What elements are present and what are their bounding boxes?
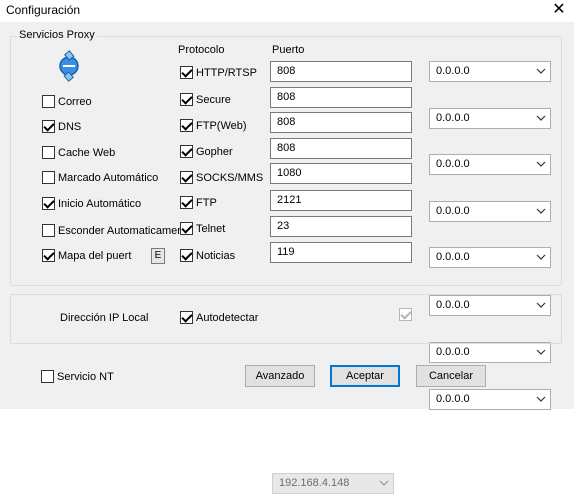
- local-ip-select[interactable]: 192.168.4.148: [272, 473, 394, 494]
- ip-value: 0.0.0.0: [436, 393, 470, 405]
- service-nt-checkbox[interactable]: [41, 370, 54, 383]
- protocol-telnet[interactable]: Telnet: [180, 222, 225, 235]
- socks-mms-checkbox[interactable]: [180, 171, 193, 184]
- inicio-automatico-checkbox[interactable]: [42, 197, 55, 210]
- ftp-checkbox[interactable]: [180, 196, 193, 209]
- option-label: Inicio Automático: [58, 197, 142, 210]
- socks-mms-port-input[interactable]: 1080: [270, 163, 412, 184]
- protocol-socks-mms[interactable]: SOCKS/MMS: [180, 171, 263, 184]
- chevron-down-icon: [536, 161, 546, 167]
- dns-checkbox[interactable]: [42, 120, 55, 133]
- gopher-ip-select[interactable]: 0.0.0.0: [429, 201, 551, 222]
- protocol-label: Telnet: [196, 222, 226, 235]
- autodetect-label: Autodetectar: [196, 311, 259, 324]
- autodetect-option[interactable]: Autodetectar: [180, 311, 258, 324]
- correo-checkbox[interactable]: [42, 95, 55, 108]
- ftp-web-ip-select[interactable]: 0.0.0.0: [429, 154, 551, 175]
- local-ip-extra-checkbox[interactable]: [399, 308, 412, 321]
- protocol-noticias[interactable]: Noticias: [180, 249, 235, 262]
- marcado-automatico-checkbox[interactable]: [42, 171, 55, 184]
- chevron-down-icon: [379, 480, 389, 486]
- option-marcado-automatico[interactable]: Marcado Automático: [42, 171, 158, 184]
- ip-value: 0.0.0.0: [436, 65, 470, 77]
- cancel-button[interactable]: Cancelar: [416, 365, 486, 387]
- option-label: Marcado Automático: [58, 171, 159, 184]
- telnet-checkbox[interactable]: [180, 222, 193, 235]
- telnet-port-input[interactable]: 23: [270, 216, 412, 237]
- window-title: Configuración: [6, 3, 81, 17]
- option-mapa-puerto[interactable]: Mapa del puert: [42, 249, 131, 262]
- local-ip-extra-option[interactable]: [399, 308, 412, 321]
- chevron-down-icon: [536, 208, 546, 214]
- chevron-down-icon: [536, 68, 546, 74]
- advanced-button[interactable]: Avanzado: [245, 365, 315, 387]
- gopher-port-input[interactable]: 808: [270, 138, 412, 159]
- chevron-down-icon: [536, 349, 546, 355]
- secure-ip-select[interactable]: 0.0.0.0: [429, 108, 551, 129]
- protocol-label: Gopher: [196, 145, 233, 158]
- protocol-label: Noticias: [196, 249, 236, 262]
- telnet-ip-select[interactable]: 0.0.0.0: [429, 342, 551, 363]
- ip-value: 0.0.0.0: [436, 158, 470, 170]
- chevron-down-icon: [536, 396, 546, 402]
- group-label: Servicios Proxy: [17, 29, 97, 41]
- chevron-down-icon: [536, 254, 546, 260]
- option-label: Mapa del puert: [58, 249, 132, 262]
- protocol-gopher[interactable]: Gopher: [180, 145, 233, 158]
- option-inicio-automatico[interactable]: Inicio Automático: [42, 197, 141, 210]
- option-label: Cache Web: [58, 146, 116, 159]
- protocol-label: HTTP/RTSP: [196, 66, 257, 79]
- noticias-ip-select[interactable]: 0.0.0.0: [429, 389, 551, 410]
- port-header: Puerto: [272, 44, 305, 56]
- protocol-label: Secure: [196, 93, 231, 106]
- ip-value: 0.0.0.0: [436, 251, 470, 263]
- title-bar: [0, 0, 574, 22]
- http-rtsp-checkbox[interactable]: [180, 66, 193, 79]
- local-ip-label: Dirección IP Local: [60, 312, 149, 324]
- protocol-label: SOCKS/MMS: [196, 171, 264, 184]
- protocol-label: FTP(Web): [196, 119, 247, 132]
- protocol-label: FTP: [196, 196, 217, 209]
- ip-value: 0.0.0.0: [436, 205, 470, 217]
- secure-checkbox[interactable]: [180, 93, 193, 106]
- port-map-edit-button[interactable]: E: [151, 248, 165, 264]
- option-dns[interactable]: DNS: [42, 120, 81, 133]
- socks-mms-ip-select[interactable]: 0.0.0.0: [429, 247, 551, 268]
- chevron-down-icon: [536, 115, 546, 121]
- autodetect-checkbox[interactable]: [180, 311, 193, 324]
- service-nt-option[interactable]: Servicio NT: [41, 370, 114, 383]
- ip-value: 0.0.0.0: [436, 346, 470, 358]
- cache-web-checkbox[interactable]: [42, 146, 55, 159]
- secure-port-input[interactable]: 808: [270, 87, 412, 108]
- mapa-puerto-checkbox[interactable]: [42, 249, 55, 262]
- network-plug-icon: [52, 49, 86, 83]
- local-ip-value: 192.168.4.148: [279, 477, 350, 489]
- protocol-http-rtsp[interactable]: HTTP/RTSP: [180, 66, 257, 79]
- ftp-port-input[interactable]: 2121: [270, 190, 412, 211]
- gopher-checkbox[interactable]: [180, 145, 193, 158]
- http-rtsp-ip-select[interactable]: 0.0.0.0: [429, 61, 551, 82]
- protocol-ftp-web[interactable]: FTP(Web): [180, 119, 247, 132]
- service-nt-label: Servicio NT: [57, 370, 114, 383]
- http-rtsp-port-input[interactable]: 808: [270, 61, 412, 82]
- option-label: Correo: [58, 95, 92, 108]
- accept-button[interactable]: Aceptar: [330, 365, 400, 387]
- protocol-header: Protocolo: [178, 44, 225, 56]
- option-cache-web[interactable]: Cache Web: [42, 146, 115, 159]
- option-correo[interactable]: Correo: [42, 95, 92, 108]
- noticias-port-input[interactable]: 119: [270, 242, 412, 263]
- option-label: DNS: [58, 120, 82, 133]
- ftp-web-checkbox[interactable]: [180, 119, 193, 132]
- option-label: Esconder Automaticamer: [58, 224, 181, 237]
- option-esconder[interactable]: Esconder Automaticamer: [42, 224, 181, 237]
- ip-value: 0.0.0.0: [436, 112, 470, 124]
- protocol-secure[interactable]: Secure: [180, 93, 231, 106]
- close-icon[interactable]: ✕: [548, 0, 570, 20]
- esconder-checkbox[interactable]: [42, 224, 55, 237]
- ftp-web-port-input[interactable]: 808: [270, 112, 412, 133]
- protocol-ftp[interactable]: FTP: [180, 196, 217, 209]
- noticias-checkbox[interactable]: [180, 249, 193, 262]
